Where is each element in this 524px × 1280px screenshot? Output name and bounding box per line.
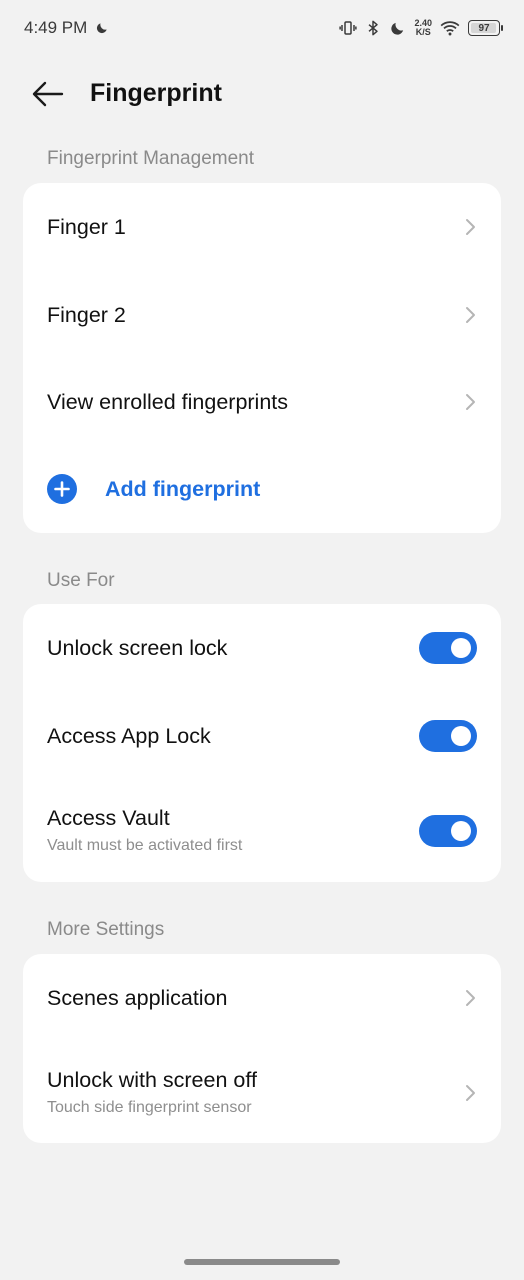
- unlock-screen-lock-toggle[interactable]: [419, 632, 477, 664]
- access-app-lock-label: Access App Lock: [47, 723, 211, 748]
- view-enrolled-label: View enrolled fingerprints: [47, 389, 289, 414]
- finger-1-label: Finger 1: [47, 214, 126, 239]
- wifi-icon: [440, 21, 460, 36]
- unlock-screen-lock-label: Unlock screen lock: [47, 635, 228, 660]
- toggle-knob: [451, 821, 471, 841]
- add-fingerprint-label: Add fingerprint: [105, 476, 261, 501]
- page-title: Fingerprint: [90, 79, 222, 107]
- chevron-right-icon: [466, 219, 475, 235]
- access-vault-label: Access Vault: [47, 806, 170, 830]
- net-speed-unit: K/S: [415, 27, 431, 37]
- fingerprint-settings-screen: 4:49 PM 2.40 K/S 97 Fingerprint Fingerpr…: [0, 0, 524, 1280]
- access-vault-text: Access Vault Vault must be activated fir…: [47, 806, 242, 855]
- battery-icon: 97: [468, 20, 503, 36]
- status-left: 4:49 PM: [24, 18, 109, 38]
- scenes-application-label: Scenes application: [47, 985, 228, 1010]
- back-button[interactable]: [30, 78, 66, 110]
- vibrate-icon: [339, 21, 358, 35]
- use-for-card: Unlock screen lock Access App Lock Acces…: [23, 604, 501, 882]
- finger-2-label: Finger 2: [47, 302, 126, 327]
- unlock-screen-off-subtitle: Touch side fingerprint sensor: [47, 1099, 252, 1116]
- toggle-knob: [451, 638, 471, 658]
- status-right: 2.40 K/S 97: [339, 19, 503, 37]
- unlock-screen-off-text: Unlock with screen off Touch side finger…: [47, 1068, 257, 1117]
- finger-1-item[interactable]: Finger 1: [23, 183, 501, 271]
- access-app-lock-item: Access App Lock: [23, 692, 501, 780]
- finger-2-item[interactable]: Finger 2: [23, 271, 501, 359]
- plus-icon: [47, 474, 77, 504]
- battery-level: 97: [478, 22, 490, 34]
- unlock-screen-lock-item: Unlock screen lock: [23, 604, 501, 692]
- access-app-lock-toggle[interactable]: [419, 720, 477, 752]
- add-fingerprint-button[interactable]: Add fingerprint: [23, 445, 501, 533]
- chevron-right-icon: [466, 307, 475, 323]
- section-label-management: Fingerprint Management: [47, 148, 254, 169]
- view-enrolled-item[interactable]: View enrolled fingerprints: [23, 359, 501, 445]
- access-vault-subtitle: Vault must be activated first: [47, 837, 243, 854]
- more-settings-card: Scenes application Unlock with screen of…: [23, 954, 501, 1143]
- status-time: 4:49 PM: [24, 18, 88, 37]
- arrow-left-icon: [32, 81, 64, 107]
- moon-icon: [97, 23, 107, 34]
- toggle-knob: [451, 726, 471, 746]
- management-card: Finger 1 Finger 2 View enrolled fingerpr…: [23, 183, 501, 533]
- chevron-right-icon: [466, 394, 475, 410]
- unlock-screen-off-label: Unlock with screen off: [47, 1068, 257, 1092]
- network-speed: 2.40 K/S: [414, 19, 432, 37]
- access-vault-toggle[interactable]: [419, 815, 477, 847]
- chevron-right-icon: [466, 1084, 475, 1101]
- app-header: Fingerprint: [0, 66, 524, 122]
- bluetooth-icon: [368, 20, 379, 36]
- section-label-use-for: Use For: [47, 570, 115, 591]
- access-vault-item: Access Vault Vault must be activated fir…: [23, 780, 501, 882]
- status-bar: 4:49 PM 2.40 K/S 97: [0, 0, 524, 56]
- unlock-screen-off-item[interactable]: Unlock with screen off Touch side finger…: [23, 1042, 501, 1143]
- scenes-application-item[interactable]: Scenes application: [23, 954, 501, 1042]
- section-label-more-settings: More Settings: [47, 919, 165, 940]
- chevron-right-icon: [466, 990, 475, 1006]
- moon-icon: [391, 22, 404, 35]
- home-indicator[interactable]: [184, 1259, 340, 1265]
